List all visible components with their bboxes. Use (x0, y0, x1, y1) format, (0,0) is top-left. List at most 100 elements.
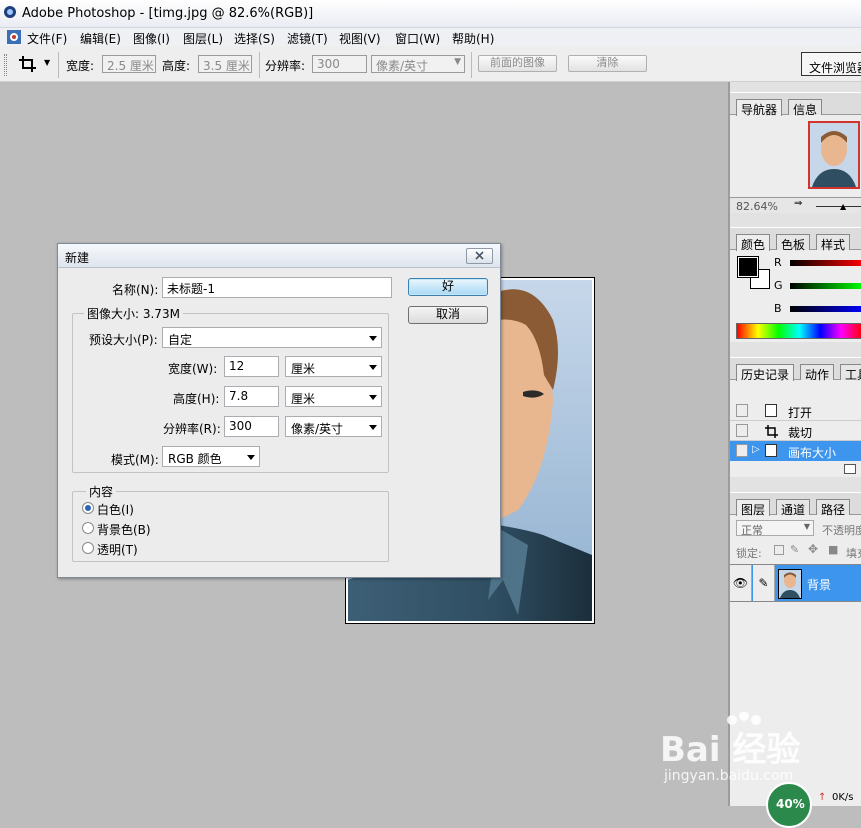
height-input[interactable]: 7.8 (224, 386, 279, 407)
fill-label: 填充 (846, 547, 861, 560)
channel-r-slider[interactable] (790, 260, 861, 266)
tab-history[interactable]: 历史记录 (736, 364, 795, 382)
preset-size-value: 自定 (168, 333, 193, 347)
tab-paths[interactable]: 路径 (816, 499, 851, 517)
ok-button[interactable]: 好 (408, 278, 488, 296)
layer-visibility-eye-icon[interactable]: 👁 (730, 565, 752, 601)
history-list-item-selected[interactable]: ▷ 画布大小 (730, 441, 861, 461)
mode-label: 模式(M): (111, 453, 159, 467)
history-step-icon (765, 404, 777, 417)
tab-navigator[interactable]: 导航器 (736, 99, 783, 117)
menu-image[interactable]: 图像(I) (133, 30, 170, 47)
lock-paint-icon[interactable]: ✎ (790, 543, 799, 556)
menu-edit[interactable]: 编辑(E) (80, 30, 121, 47)
layer-name: 背景 (807, 578, 832, 592)
opacity-label: 不透明度 (822, 524, 861, 537)
resolution-input[interactable]: 300 (224, 416, 279, 437)
content-label: 内容 (86, 483, 117, 500)
menu-filter[interactable]: 滤镜(T) (287, 30, 328, 47)
speed-badge[interactable]: 40% (766, 782, 812, 828)
tool-preset-arrow-icon[interactable]: ▼ (44, 58, 50, 67)
history-item-label: 裁切 (788, 426, 813, 440)
tab-layers[interactable]: 图层 (736, 499, 771, 517)
resolution-unit-value: 像素/英寸 (376, 59, 429, 73)
chevron-down-icon (247, 455, 255, 460)
watermark-text: Bai 经验 (660, 730, 801, 770)
crop-height-field[interactable]: 3.5 厘米 (198, 55, 252, 73)
options-bar-grip[interactable] (4, 54, 7, 76)
menu-help[interactable]: 帮助(H) (452, 30, 494, 47)
blend-mode-select[interactable]: 正常 ▼ (736, 520, 814, 537)
width-unit-select[interactable]: 厘米 (285, 356, 382, 377)
lock-all-icon[interactable]: ■ (828, 543, 838, 556)
resolution-unit-select[interactable]: 像素/英寸 (285, 416, 382, 437)
width-label: 宽度(W): (168, 362, 218, 376)
content-option-label: 透明(T) (97, 543, 138, 557)
speed-percent: 40% (776, 797, 805, 811)
channel-b-slider[interactable] (790, 306, 861, 312)
foreground-color-swatch[interactable] (737, 256, 759, 278)
tab-info[interactable]: 信息 (788, 99, 823, 117)
blend-mode-value: 正常 (741, 524, 763, 537)
history-checkbox[interactable] (736, 404, 748, 417)
radio-button-checked[interactable] (82, 502, 94, 514)
color-mode-select[interactable]: RGB 颜色 (162, 446, 260, 467)
history-checkbox[interactable] (736, 444, 748, 457)
tab-actions[interactable]: 动作 (800, 364, 835, 382)
width-unit-value: 厘米 (291, 362, 316, 376)
document-name-input[interactable]: 未标题-1 (162, 277, 392, 298)
navigator-panel: 导航器 信息 82.64% ⇒ ▲ (730, 92, 861, 213)
clear-button[interactable]: 清除 (568, 55, 647, 72)
history-list-item[interactable]: 裁切 (730, 421, 861, 441)
new-snapshot-icon[interactable] (844, 464, 856, 474)
crop-tool-icon[interactable] (18, 55, 38, 73)
height-unit-value: 厘米 (291, 392, 316, 406)
crop-width-field[interactable]: 2.5 厘米 (102, 55, 156, 73)
history-checkbox[interactable] (736, 424, 748, 437)
layer-brush-icon[interactable]: ✎ (753, 565, 775, 601)
chevron-down-icon: ▼ (454, 57, 461, 67)
height-unit-select[interactable]: 厘米 (285, 386, 382, 407)
crop-resolution-field[interactable]: 300 (312, 55, 367, 73)
layer-thumbnail-image (780, 572, 800, 598)
chevron-down-icon: ▼ (803, 522, 810, 531)
tab-channels[interactable]: 通道 (776, 499, 811, 517)
watermark-url: jingyan.baidu.com (664, 768, 794, 784)
color-tabs: 颜色 色板 样式 (730, 228, 861, 252)
navigator-thumbnail[interactable] (808, 121, 860, 189)
tab-styles[interactable]: 样式 (816, 234, 851, 252)
radio-button[interactable] (82, 542, 94, 554)
zoom-out-icon[interactable]: ⇒ (794, 198, 802, 209)
dialog-close-button[interactable] (466, 248, 493, 264)
zoom-slider[interactable] (816, 206, 861, 207)
zoom-slider-thumb-icon[interactable]: ▲ (840, 202, 846, 211)
tab-swatches[interactable]: 色板 (776, 234, 811, 252)
tab-tools[interactable]: 工具 (840, 364, 861, 382)
cancel-button[interactable]: 取消 (408, 306, 488, 324)
file-browser-tab[interactable]: 文件浏览器 (801, 52, 861, 76)
menu-window[interactable]: 窗口(W) (395, 30, 440, 47)
history-list-item[interactable]: 打开 (730, 401, 861, 421)
width-input[interactable]: 12 (224, 356, 279, 377)
dialog-title-bar[interactable]: 新建 (58, 244, 500, 268)
height-label: 高度: (162, 59, 191, 73)
photoshop-logo-icon (4, 6, 16, 18)
resolution-unit-select[interactable]: 像素/英寸 ▼ (371, 55, 465, 73)
channel-g-slider[interactable] (790, 283, 861, 289)
lock-transparency-icon[interactable] (774, 545, 784, 555)
layer-row-background[interactable]: 👁 ✎ 背景 (730, 564, 861, 602)
menu-view[interactable]: 视图(V) (339, 30, 381, 47)
tab-color[interactable]: 颜色 (736, 234, 771, 252)
color-spectrum-bar[interactable] (736, 323, 861, 339)
preset-size-select[interactable]: 自定 (162, 327, 382, 348)
front-image-button[interactable]: 前面的图像 (478, 55, 557, 72)
lock-move-icon[interactable]: ✥ (808, 542, 818, 556)
app-icon[interactable] (6, 29, 22, 45)
menu-file[interactable]: 文件(F) (27, 30, 67, 47)
channel-r-label: R (774, 256, 782, 269)
radio-button[interactable] (82, 522, 94, 534)
color-panel: 颜色 色板 样式 R G B (730, 227, 861, 342)
menu-layer[interactable]: 图层(L) (183, 30, 223, 47)
navigator-zoom-value[interactable]: 82.64% (736, 200, 778, 213)
menu-select[interactable]: 选择(S) (234, 30, 275, 47)
